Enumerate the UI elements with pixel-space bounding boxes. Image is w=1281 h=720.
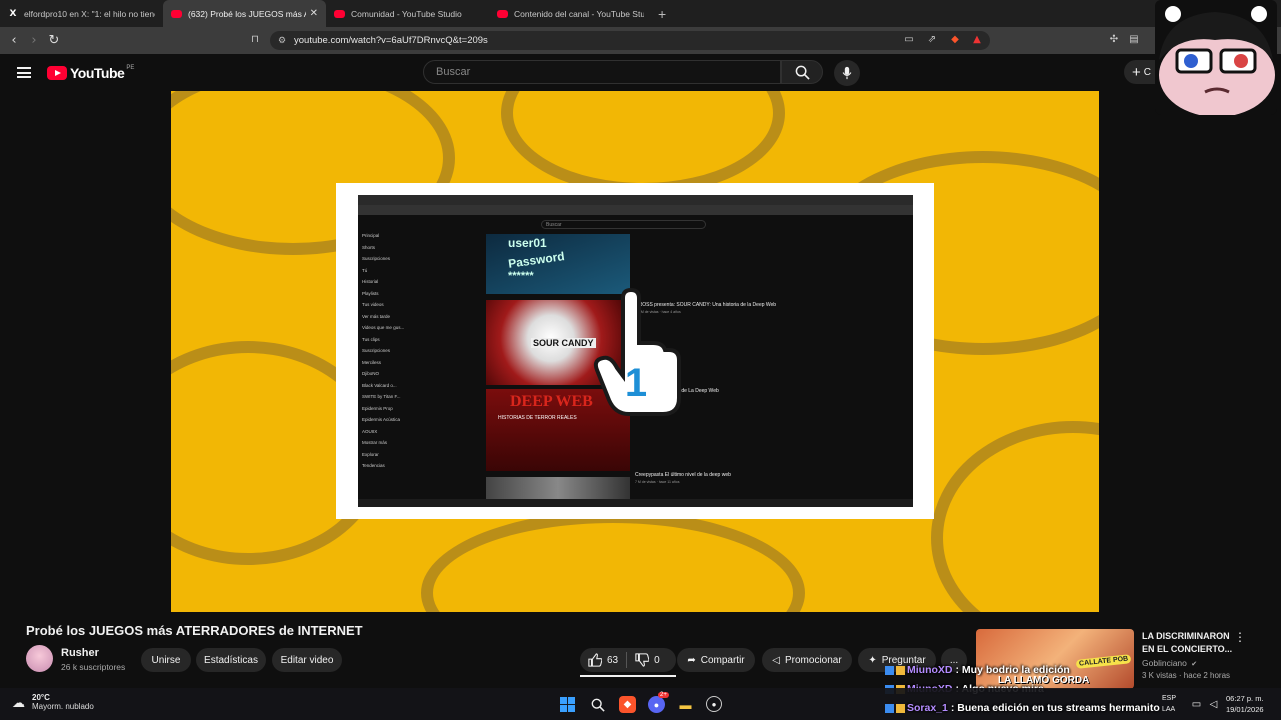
obs-icon[interactable]: ● bbox=[706, 696, 722, 712]
youtube-play-icon bbox=[47, 66, 67, 80]
browser-tab-bar: X elfordpro10 en X: "1: el hilo no tiene… bbox=[0, 0, 1281, 27]
like-dislike-group: 63 0 bbox=[580, 648, 676, 672]
dislike-button[interactable]: 0 bbox=[635, 653, 660, 667]
weather-widget[interactable]: ☁ 20°C Mayorm. nublado bbox=[12, 693, 94, 711]
embedded-address-bar bbox=[358, 205, 913, 215]
thumbs-up-icon bbox=[588, 653, 602, 667]
tab-youtube-studio-content[interactable]: Contenido del canal - YouTube Studio bbox=[489, 0, 652, 27]
embedded-sidebar: Principal Shorts Suscripciones Tú Histor… bbox=[362, 233, 405, 468]
chat-badge-icon bbox=[885, 703, 894, 713]
extensions-icon[interactable]: ✣ bbox=[1107, 32, 1121, 46]
like-ratio-bar bbox=[580, 675, 676, 677]
cast-icon[interactable]: ▭ bbox=[902, 32, 916, 46]
address-bar[interactable]: ⚙ youtube.com/watch?v=6aUf7DRnvcQ&t=209s bbox=[270, 31, 990, 50]
menu-icon[interactable] bbox=[17, 67, 31, 78]
suggested-channel: Goblinciano ✔ bbox=[1142, 658, 1198, 668]
youtube-header: YouTube PE Buscar + C bbox=[0, 54, 1281, 91]
suggested-more-icon[interactable]: ⋮ bbox=[1234, 630, 1246, 644]
chat-badge-icon bbox=[885, 665, 894, 675]
tab-x-post[interactable]: X elfordpro10 en X: "1: el hilo no tiene bbox=[0, 0, 163, 27]
youtube-logo[interactable]: YouTube PE bbox=[47, 65, 134, 81]
embedded-search-input: Buscar bbox=[541, 220, 706, 229]
thumbs-down-icon bbox=[635, 653, 650, 667]
embedded-video-3: Creepypasta El último nivel de la deep w… bbox=[635, 472, 731, 484]
share-icon[interactable]: ⇗ bbox=[925, 32, 939, 46]
subscriber-count: 26 k suscriptores bbox=[61, 662, 126, 672]
x-logo-icon: X bbox=[9, 8, 17, 19]
share-button[interactable]: ➦ Compartir bbox=[677, 648, 755, 672]
language-indicator[interactable]: ESP LAA bbox=[1162, 693, 1176, 715]
site-info-icon[interactable]: ⚙ bbox=[278, 35, 286, 46]
windows-logo-icon bbox=[560, 697, 575, 712]
tab-youtube-video[interactable]: (632) Probé los JUEGOS más ATE ✕ bbox=[163, 0, 326, 27]
stats-button[interactable]: Estadísticas bbox=[196, 648, 266, 672]
embedded-tab-bar bbox=[358, 195, 913, 205]
suggested-meta: 3 K vistas · hace 2 horas bbox=[1142, 671, 1231, 680]
channel-name[interactable]: Rusher bbox=[61, 647, 99, 659]
system-clock[interactable]: 06:27 p. m. 19/01/2026 bbox=[1226, 693, 1264, 715]
search-button[interactable] bbox=[781, 60, 823, 84]
brave-rewards-icon[interactable]: ▲ bbox=[970, 32, 984, 46]
discord-icon[interactable]: ● 2+ bbox=[648, 692, 669, 713]
channel-avatar[interactable] bbox=[26, 645, 53, 672]
voice-search-button[interactable] bbox=[834, 60, 860, 86]
chat-badge-icon bbox=[896, 665, 905, 675]
sparkle-icon: ✦ bbox=[868, 654, 877, 666]
forward-icon[interactable]: › bbox=[24, 33, 44, 48]
promote-button[interactable]: ◁ Promocionar bbox=[762, 648, 852, 672]
like-button[interactable]: 63 bbox=[588, 653, 618, 667]
browser-toolbar: ‹ › ↻ ⊓ ⚙ youtube.com/watch?v=6aUf7DRnvc… bbox=[0, 27, 1281, 54]
share-icon: ➦ bbox=[687, 654, 696, 666]
youtube-icon bbox=[171, 9, 182, 18]
pointing-hand-icon: 1 bbox=[593, 288, 681, 416]
video-player[interactable]: Buscar Principal Shorts Suscripciones Tú… bbox=[171, 91, 1099, 612]
microphone-icon bbox=[842, 66, 852, 80]
sidebar-icon[interactable]: ▤ bbox=[1127, 32, 1141, 46]
new-tab-button[interactable]: + bbox=[658, 6, 666, 22]
search-icon bbox=[795, 65, 810, 80]
embedded-taskbar bbox=[358, 499, 913, 507]
video-title: Probé los JUEGOS más ATERRADORES de INTE… bbox=[26, 623, 363, 638]
youtube-icon bbox=[334, 9, 345, 18]
suggested-video-title[interactable]: LA DISCRIMINARON EN EL CONCIERTO... bbox=[1142, 630, 1237, 656]
chat-message: Sorax_1 : Buena edición en tus streams h… bbox=[885, 702, 1160, 714]
brave-shields-icon[interactable]: ◆ bbox=[948, 32, 962, 46]
divider bbox=[626, 652, 628, 668]
windows-start-icon[interactable] bbox=[559, 696, 576, 713]
bookmark-icon[interactable]: ⊓ bbox=[248, 32, 262, 46]
chat-badge-icon bbox=[896, 703, 905, 713]
background-pattern bbox=[421, 511, 805, 612]
taskbar-search-icon[interactable] bbox=[589, 696, 606, 713]
close-tab-icon[interactable]: ✕ bbox=[310, 8, 318, 19]
chat-message: MiunoXD : Muy bodrio la edición bbox=[885, 664, 1070, 676]
cloud-icon: ☁ bbox=[12, 695, 25, 710]
verified-icon: ✔ bbox=[1191, 661, 1198, 668]
plus-icon: + bbox=[1132, 63, 1141, 81]
file-explorer-icon[interactable]: ▬ bbox=[677, 696, 694, 713]
megaphone-icon: ◁ bbox=[772, 654, 780, 666]
suggested-video-thumbnail[interactable]: CALLATE POB LA LLAMÓ GORDA bbox=[976, 629, 1134, 689]
anime-character-icon bbox=[1155, 0, 1277, 115]
background-pattern bbox=[931, 421, 1099, 612]
search-icon bbox=[591, 698, 605, 712]
edit-video-button[interactable]: Editar video bbox=[272, 648, 342, 672]
reload-icon[interactable]: ↻ bbox=[44, 33, 64, 48]
streamer-avatar-overlay bbox=[1155, 0, 1277, 115]
search-input[interactable]: Buscar bbox=[423, 60, 781, 84]
join-button[interactable]: Unirse bbox=[141, 648, 191, 672]
tab-youtube-studio-community[interactable]: Comunidad - YouTube Studio bbox=[326, 0, 489, 27]
background-pattern bbox=[501, 91, 785, 195]
hand-number: 1 bbox=[625, 361, 647, 405]
volume-icon[interactable]: ◁ bbox=[1205, 696, 1222, 713]
brave-browser-icon[interactable]: ◆ bbox=[619, 696, 636, 713]
back-icon[interactable]: ‹ bbox=[4, 33, 24, 48]
network-icon[interactable]: ▭ bbox=[1188, 696, 1205, 713]
embedded-thumbnail-password: user01 Password ****** bbox=[486, 234, 630, 294]
youtube-icon bbox=[497, 9, 508, 18]
